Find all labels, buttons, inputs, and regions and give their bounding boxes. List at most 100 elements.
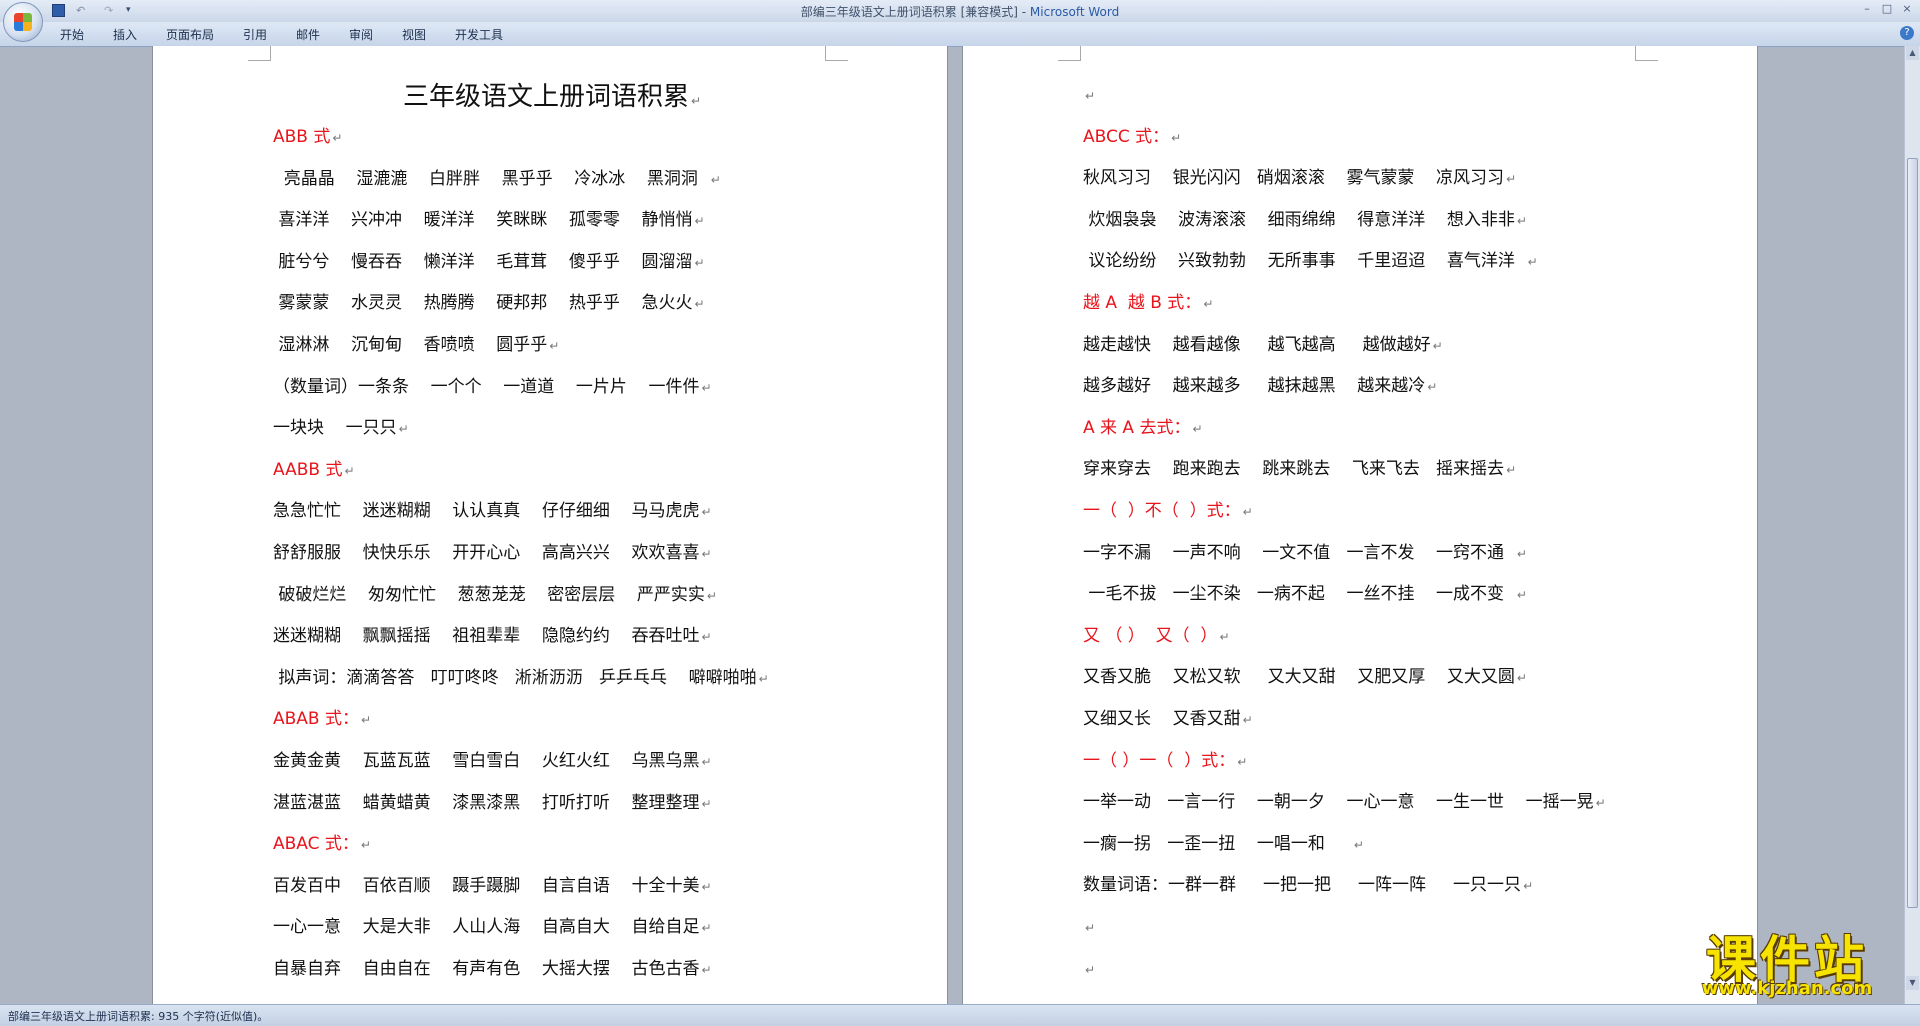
paragraph-mark-icon: ↵ — [1192, 421, 1203, 436]
word-line: （数量词）一条条 一个个 一道道 一片片 一件件 ↵ — [273, 376, 712, 397]
site-watermark: 课件站 www.kjzhan.com — [1672, 920, 1902, 1000]
word-line: 亮晶晶 湿漉漉 白胖胖 黑乎乎 冷冰冰 黑洞洞 ↵ — [273, 168, 721, 189]
word-line: 脏兮兮 慢吞吞 懒洋洋 毛茸茸 傻乎乎 圆溜溜 ↵ — [273, 251, 705, 272]
watermark-url: www.kjzhan.com — [1701, 978, 1873, 999]
vertical-scrollbar[interactable]: ▲ ▼ — [1904, 46, 1920, 1004]
close-button[interactable]: × — [1900, 2, 1914, 16]
paragraph-mark-icon: ↵ — [1506, 172, 1517, 187]
document-title: 三年级语文上册词语积累 ↵ — [403, 82, 702, 112]
paragraph-mark-icon: ↵ — [701, 380, 712, 395]
section-heading: ABAB 式： ↵ — [273, 709, 372, 730]
word-line: 破破烂烂 匆匆忙忙 葱葱茏茏 密密层层 严严实实 ↵ — [273, 584, 717, 605]
paragraph-mark-icon: ↵ — [701, 879, 712, 894]
paragraph-mark-icon: ↵ — [344, 463, 355, 478]
word-line: 越多越好 越来越多 越抹越黑 越来越冷 ↵ — [1083, 376, 1438, 397]
word-line: 穿来穿去 跑来跑去 跳来跳去 飞来飞去 摇来摇去 ↵ — [1083, 459, 1517, 480]
word-line: ↵ — [1083, 958, 1095, 981]
section-heading: ABB 式 ↵ — [273, 127, 343, 147]
paragraph-mark-icon: ↵ — [1527, 255, 1538, 270]
app-name: Microsoft Word — [1029, 5, 1120, 19]
document-page-1[interactable]: 三年级语文上册词语积累 ↵ ABB 式 ↵ 亮晶晶 湿漉漉 白胖胖 黑乎乎 冷冰冰 … — [152, 46, 948, 1004]
paragraph-mark-icon: ↵ — [1595, 796, 1606, 811]
paragraph-mark-icon: ↵ — [1242, 505, 1253, 519]
paragraph-mark-icon: ↵ — [1516, 546, 1527, 561]
paragraph-mark-icon: ↵ — [1432, 338, 1443, 353]
paragraph-mark-icon: ↵ — [1353, 837, 1364, 852]
word-line: 又细又长 又香又甜 ↵ — [1083, 709, 1253, 729]
help-icon[interactable]: ? — [1900, 26, 1914, 40]
word-line: 湛蓝湛蓝 蜡黄蜡黄 漆黑漆黑 打听打听 整理整理 ↵ — [273, 792, 712, 813]
document-name: 部编三年级语文上册词语积累 [兼容模式] - — [800, 5, 1030, 19]
minimize-button[interactable]: – — [1860, 2, 1874, 16]
word-line: 喜洋洋 兴冲冲 暖洋洋 笑眯眯 孤零零 静悄悄 ↵ — [273, 210, 705, 231]
paragraph-mark-icon: ↵ — [360, 838, 371, 853]
tab-view[interactable]: 视图 — [402, 27, 426, 43]
page-2-text: ↵ ABCC 式： ↵ 秋风习习 银光闪闪 硝烟滚滚 雾气蒙蒙 凉风习习 ↵ 炊烟袅袅 … — [1083, 84, 1743, 994]
status-bar: 部编三年级语文上册词语积累: 935 个字符(近似值)。 — [0, 1004, 1920, 1026]
scroll-thumb[interactable] — [1907, 158, 1918, 908]
word-line: 一心一意 大是大非 人山人海 自高自大 自给自足 ↵ — [273, 917, 712, 938]
paragraph-mark-icon: ↵ — [549, 339, 560, 353]
section-heading: A 来 A 去式： ↵ — [1083, 417, 1203, 438]
paragraph-mark-icon: ↵ — [694, 255, 705, 270]
word-line: 一瘸一拐 一歪一扭 一唱一和 ↵ — [1083, 833, 1364, 854]
margin-corner-mark — [1635, 46, 1658, 61]
maximize-button[interactable]: □ — [1880, 2, 1894, 16]
paragraph-mark-icon: ↵ — [1237, 754, 1248, 769]
word-line: ↵ — [1083, 916, 1095, 939]
word-line: 一块块 一只只 ↵ — [273, 418, 409, 439]
margin-corner-mark — [248, 46, 271, 61]
section-heading: 又 （ ） 又（ ） ↵ — [1083, 625, 1230, 646]
paragraph-mark-icon: ↵ — [1516, 588, 1527, 603]
paragraph-mark-icon: ↵ — [1203, 297, 1214, 311]
paragraph-mark-icon: ↵ — [701, 755, 712, 769]
paragraph-mark-icon: ↵ — [1085, 89, 1096, 103]
word-line: 金黄金黄 瓦蓝瓦蓝 雪白雪白 火红火红 乌黑乌黑 ↵ — [273, 751, 712, 771]
tab-home[interactable]: 开始 — [60, 27, 84, 43]
tab-developer[interactable]: 开发工具 — [455, 27, 503, 43]
paragraph-mark-icon: ↵ — [701, 630, 712, 645]
margin-corner-mark — [825, 46, 848, 61]
word-line: 百发百中 百依百顺 蹑手蹑脚 自言自语 十全十美 ↵ — [273, 875, 712, 896]
paragraph-mark-icon: ↵ — [1085, 962, 1096, 977]
tab-references[interactable]: 引用 — [243, 27, 267, 43]
paragraph-mark-icon: ↵ — [1516, 671, 1527, 686]
margin-corner-mark — [1058, 46, 1081, 61]
scroll-up-icon[interactable]: ▲ — [1906, 46, 1919, 60]
paragraph-mark-icon: ↵ — [1516, 213, 1527, 228]
paragraph-mark-icon: ↵ — [706, 588, 717, 603]
paragraph-mark-icon: ↵ — [701, 796, 712, 811]
scroll-down-icon[interactable]: ▼ — [1906, 976, 1919, 990]
word-line: 拟声词：滴滴答答 叮叮咚咚 淅淅沥沥 乒乒乓乓 噼噼啪啪 ↵ — [273, 667, 769, 688]
status-text: 部编三年级语文上册词语积累: 935 个字符(近似值)。 — [8, 1010, 269, 1023]
tab-review[interactable]: 审阅 — [349, 27, 373, 43]
word-line: 一字不漏 一声不响 一文不值 一言不发 一窍不通 ↵ — [1083, 542, 1527, 563]
word-line: 湿淋淋 沉甸甸 香喷喷 圆乎乎 ↵ — [273, 335, 560, 355]
tab-mailings[interactable]: 邮件 — [296, 27, 320, 43]
section-heading: ABCC 式： ↵ — [1083, 126, 1182, 147]
section-heading: ABAC 式： ↵ — [273, 834, 371, 855]
word-line: 急急忙忙 迷迷糊糊 认认真真 仔仔细细 马马虎虎 ↵ — [273, 501, 712, 522]
paragraph-mark-icon: ↵ — [701, 505, 712, 520]
tab-insert[interactable]: 插入 — [113, 27, 137, 43]
paragraph-mark-icon: ↵ — [1523, 879, 1534, 894]
paragraph-mark-icon: ↵ — [361, 713, 372, 728]
word-line: 数量词语：一群一群 一把一把 一阵一阵 一只一只 ↵ — [1083, 875, 1534, 896]
tab-page-layout[interactable]: 页面布局 — [166, 27, 214, 43]
page-1-text: ABB 式 ↵ 亮晶晶 湿漉漉 白胖胖 黑乎乎 冷冰冰 黑洞洞 ↵ 喜洋洋 兴冲冲… — [273, 126, 933, 996]
word-line: 炊烟袅袅 波涛滚滚 细雨绵绵 得意洋洋 想入非非 ↵ — [1083, 209, 1527, 230]
paragraph-mark-icon: ↵ — [398, 422, 409, 437]
paragraph-mark-icon: ↵ — [710, 172, 721, 187]
office-button[interactable] — [3, 2, 43, 42]
word-line: 议论纷纷 兴致勃勃 无所事事 千里迢迢 喜气洋洋 ↵ — [1083, 251, 1538, 272]
word-line: 又香又脆 又松又软 又大又甜 又肥又厚 又大又圆 ↵ — [1083, 667, 1527, 688]
paragraph-mark-icon: ↵ — [694, 297, 705, 312]
word-line: 一举一动 一言一行 一朝一夕 一心一意 一生一世 一摇一晃 ↵ — [1083, 792, 1606, 813]
paragraph-mark-icon: ↵ — [701, 921, 712, 936]
document-page-2[interactable]: ↵ ABCC 式： ↵ 秋风习习 银光闪闪 硝烟滚滚 雾气蒙蒙 凉风习习 ↵ 炊烟袅袅 … — [962, 46, 1758, 1004]
window-title: 部编三年级语文上册词语积累 [兼容模式] - Microsoft Word — [0, 3, 1920, 20]
paragraph-mark-icon: ↵ — [758, 671, 769, 686]
paragraph-mark-icon: ↵ — [332, 131, 343, 145]
paragraph-mark-icon: ↵ — [1219, 629, 1230, 644]
paragraph-mark-icon: ↵ — [694, 214, 705, 229]
